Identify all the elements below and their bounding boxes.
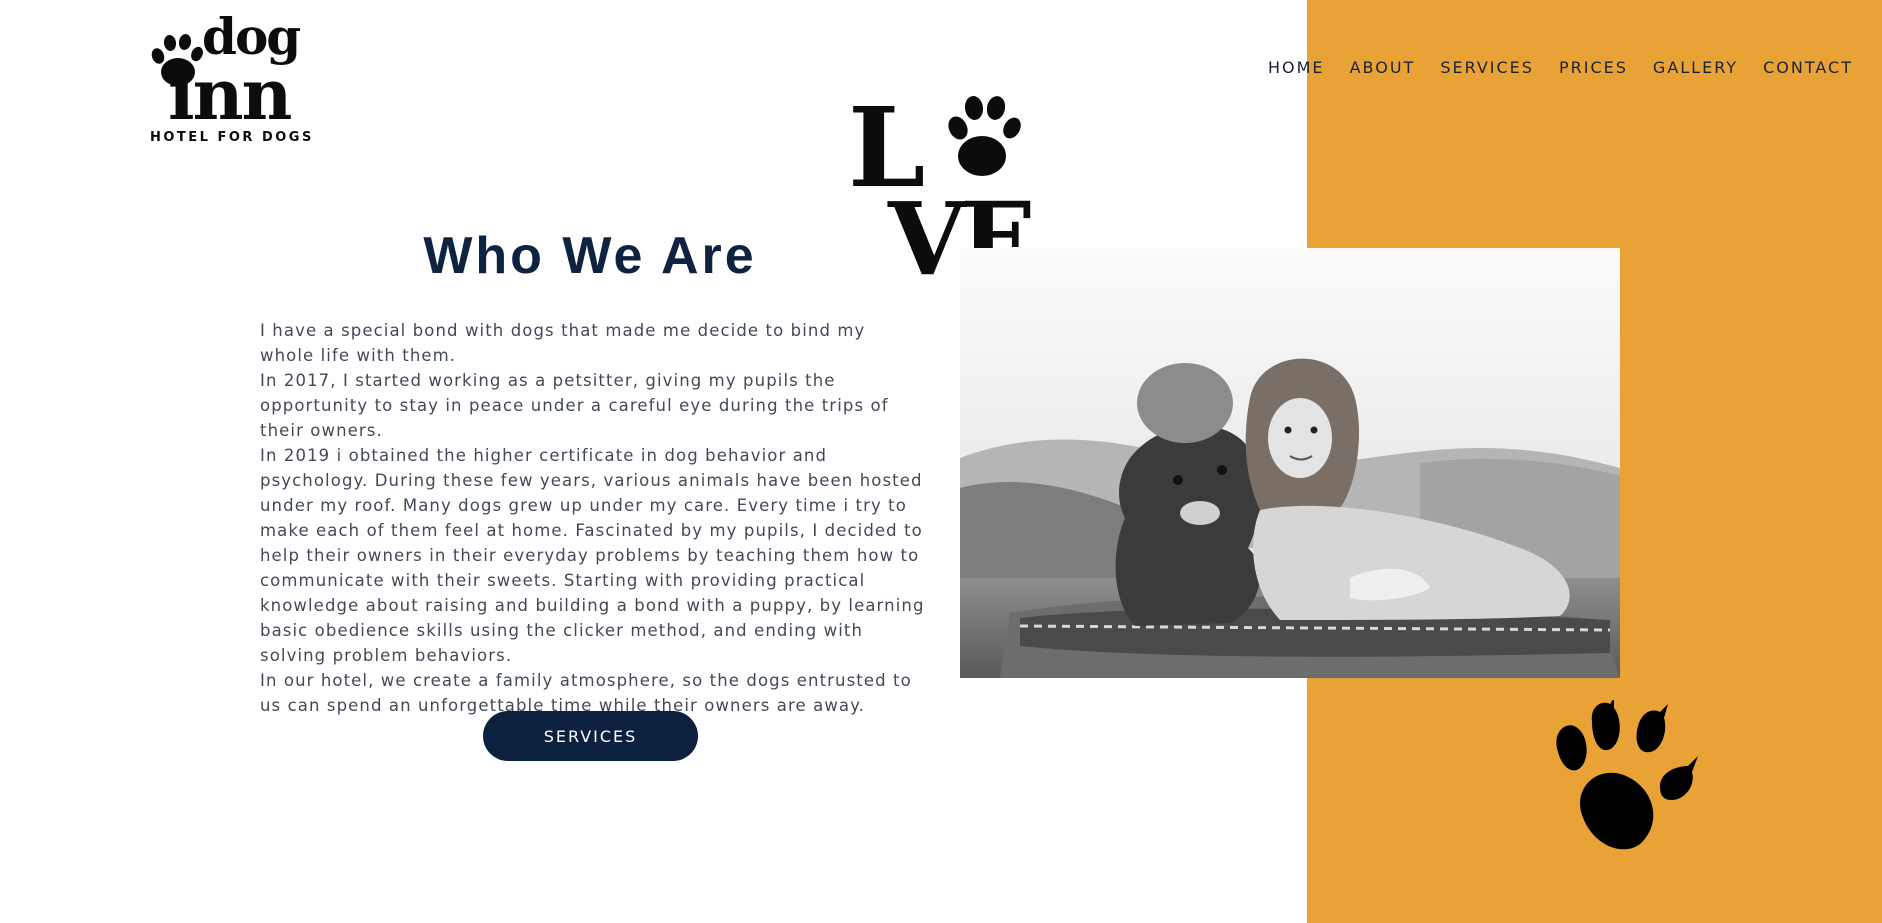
page-title: Who We Are xyxy=(423,227,757,285)
about-paragraph: In 2019 i obtained the higher certificat… xyxy=(260,446,925,665)
logo-word-inn: inn xyxy=(168,53,292,136)
nav-services[interactable]: SERVICES xyxy=(1440,58,1534,77)
photo-art xyxy=(960,248,1620,678)
nav-prices[interactable]: PRICES xyxy=(1559,58,1628,77)
services-button[interactable]: SERVICES xyxy=(483,711,698,761)
logo-tagline: HOTEL FOR DOGS xyxy=(150,130,314,145)
nav-home[interactable]: HOME xyxy=(1268,58,1325,77)
about-paragraph: In 2017, I started working as a petsitte… xyxy=(260,371,889,440)
main-nav: HOME ABOUT SERVICES PRICES GALLERY CONTA… xyxy=(1268,58,1853,77)
paw-icon xyxy=(1556,700,1698,850)
nav-gallery[interactable]: GALLERY xyxy=(1653,58,1738,77)
nav-contact[interactable]: CONTACT xyxy=(1763,58,1853,77)
about-text: I have a special bond with dogs that mad… xyxy=(260,318,925,718)
logo[interactable]: dog inn HOTEL FOR DOGS xyxy=(146,12,311,148)
about-paragraph: I have a special bond with dogs that mad… xyxy=(260,321,866,365)
woman-and-dog-photo xyxy=(960,248,1620,678)
nav-about[interactable]: ABOUT xyxy=(1350,58,1416,77)
paw-icon xyxy=(948,96,1021,176)
